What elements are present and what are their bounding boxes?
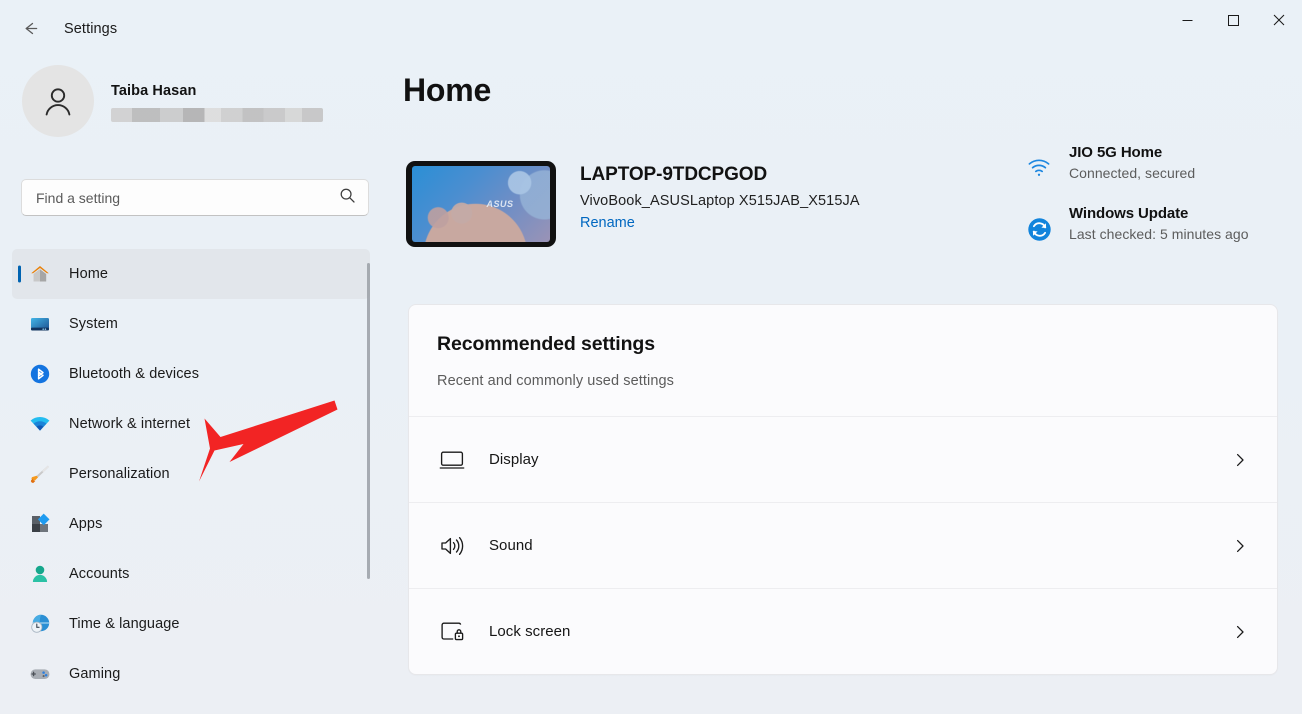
device-name: LAPTOP-9TDCPGOD bbox=[580, 164, 768, 185]
sidebar-item-label: Network & internet bbox=[69, 416, 191, 432]
bluetooth-icon bbox=[29, 363, 51, 385]
title-bar: Settings bbox=[0, 0, 1302, 60]
search-icon bbox=[339, 187, 356, 209]
status-title: Windows Update bbox=[1069, 205, 1189, 222]
back-button[interactable] bbox=[14, 16, 46, 46]
status-title: JIO 5G Home bbox=[1069, 144, 1163, 161]
recommended-settings-card: Recommended settings Recent and commonly… bbox=[408, 304, 1278, 675]
device-wallpaper: ASUS bbox=[412, 166, 550, 242]
navigation-list: Home System Bluetooth & devices Network … bbox=[0, 249, 390, 714]
settings-window: Settings Taiba Hasan Find a setting Home… bbox=[0, 0, 1302, 714]
sidebar-item-label: Personalization bbox=[69, 466, 170, 482]
page-title: Home bbox=[403, 72, 492, 108]
device-thumbnail: ASUS bbox=[406, 161, 556, 247]
app-title: Settings bbox=[64, 21, 118, 37]
profile-email-redacted bbox=[111, 107, 323, 122]
sidebar-item-label: System bbox=[69, 316, 118, 332]
status-column: JIO 5G Home Connected, secured Windows U… bbox=[1026, 144, 1278, 266]
chevron-right-icon bbox=[1225, 617, 1255, 647]
recommended-row-label: Display bbox=[489, 451, 539, 468]
main-content: Home ASUS LAPTOP-9TDCPGOD VivoBook_ASUSL… bbox=[390, 56, 1302, 714]
speaker-icon bbox=[437, 531, 467, 561]
home-icon bbox=[29, 263, 51, 285]
status-network[interactable]: JIO 5G Home Connected, secured bbox=[1026, 144, 1278, 181]
user-profile[interactable]: Taiba Hasan bbox=[22, 65, 323, 137]
person-icon bbox=[45, 88, 71, 116]
lock-screen-icon bbox=[437, 617, 467, 647]
avatar bbox=[22, 65, 94, 137]
brand-logo: ASUS bbox=[486, 199, 514, 210]
sidebar-item-label: Accounts bbox=[69, 566, 130, 582]
sidebar-item-label: Apps bbox=[69, 516, 103, 532]
device-summary: ASUS LAPTOP-9TDCPGOD VivoBook_ASUSLaptop… bbox=[406, 161, 860, 247]
device-model: VivoBook_ASUSLaptop X515JAB_X515JA bbox=[580, 193, 860, 209]
accounts-icon bbox=[29, 563, 51, 585]
sidebar-scrollbar-thumb[interactable] bbox=[367, 263, 370, 579]
wifi-icon bbox=[29, 413, 51, 435]
system-icon bbox=[29, 313, 51, 335]
paintbrush-icon bbox=[29, 463, 51, 485]
search-box[interactable] bbox=[21, 179, 369, 216]
maximize-button[interactable] bbox=[1210, 0, 1256, 40]
card-header: Recommended settings Recent and commonly… bbox=[409, 305, 1277, 416]
sidebar: Taiba Hasan Find a setting Home System B… bbox=[0, 56, 390, 714]
card-subtitle: Recent and commonly used settings bbox=[437, 373, 675, 389]
recommended-row-label: Sound bbox=[489, 537, 533, 554]
minimize-icon bbox=[1182, 19, 1192, 21]
gamepad-icon bbox=[29, 663, 51, 685]
sidebar-item-accounts[interactable]: Accounts bbox=[12, 549, 370, 599]
recommended-row-sound[interactable]: Sound bbox=[409, 502, 1277, 588]
status-update-text: Windows Update Last checked: 5 minutes a… bbox=[1069, 205, 1249, 242]
sidebar-item-label: Home bbox=[69, 266, 109, 282]
recommended-row-display[interactable]: Display bbox=[409, 416, 1277, 502]
status-subtitle: Last checked: 5 minutes ago bbox=[1069, 226, 1249, 242]
back-arrow-icon bbox=[21, 19, 40, 43]
sidebar-item-gaming[interactable]: Gaming bbox=[12, 649, 370, 699]
status-windows-update[interactable]: Windows Update Last checked: 5 minutes a… bbox=[1026, 205, 1278, 242]
sidebar-item-apps[interactable]: Apps bbox=[12, 499, 370, 549]
close-button[interactable] bbox=[1256, 0, 1302, 40]
sidebar-item-bluetooth-devices[interactable]: Bluetooth & devices bbox=[12, 349, 370, 399]
status-network-text: JIO 5G Home Connected, secured bbox=[1069, 144, 1195, 181]
update-refresh-icon bbox=[1026, 216, 1052, 242]
monitor-icon bbox=[437, 445, 467, 475]
sidebar-item-time-language[interactable]: Time & language bbox=[12, 599, 370, 649]
device-info: LAPTOP-9TDCPGOD VivoBook_ASUSLaptop X515… bbox=[580, 161, 860, 232]
sidebar-item-label: Time & language bbox=[69, 616, 180, 632]
apps-icon bbox=[29, 513, 51, 535]
sidebar-item-personalization[interactable]: Personalization bbox=[12, 449, 370, 499]
status-subtitle: Connected, secured bbox=[1069, 165, 1196, 181]
chevron-right-icon bbox=[1225, 445, 1255, 475]
maximize-icon bbox=[1227, 14, 1239, 26]
profile-name: Taiba Hasan bbox=[111, 82, 197, 99]
clock-globe-icon bbox=[29, 613, 51, 635]
recommended-row-label: Lock screen bbox=[489, 623, 571, 640]
search-input[interactable] bbox=[36, 189, 339, 206]
minimize-button[interactable] bbox=[1164, 0, 1210, 40]
sidebar-item-home[interactable]: Home bbox=[12, 249, 370, 299]
selection-indicator bbox=[18, 265, 21, 283]
sidebar-item-network-internet[interactable]: Network & internet bbox=[12, 399, 370, 449]
profile-text: Taiba Hasan bbox=[111, 81, 323, 122]
wifi-status-icon bbox=[1026, 155, 1052, 181]
sidebar-item-label: Gaming bbox=[69, 666, 121, 682]
close-icon bbox=[1273, 14, 1285, 26]
sidebar-item-system[interactable]: System bbox=[12, 299, 370, 349]
sidebar-item-label: Bluetooth & devices bbox=[69, 366, 200, 382]
window-controls bbox=[1164, 0, 1302, 40]
recommended-row-lock-screen[interactable]: Lock screen bbox=[409, 588, 1277, 674]
chevron-right-icon bbox=[1225, 531, 1255, 561]
card-title: Recommended settings bbox=[437, 333, 655, 355]
rename-link[interactable]: Rename bbox=[580, 215, 635, 231]
